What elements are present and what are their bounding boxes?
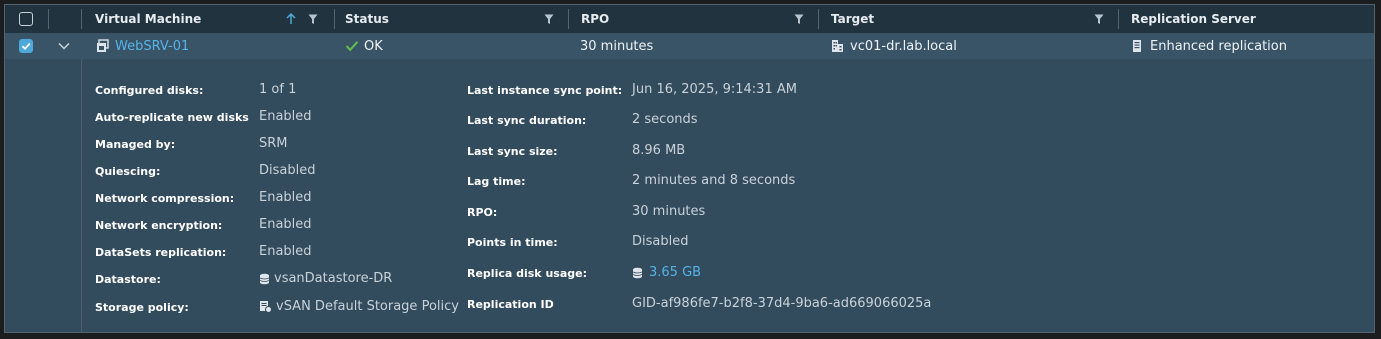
detail-label: Managed by: — [95, 138, 176, 151]
table-row[interactable]: WebSRV-01 OK 30 minutes vc01-dr.lab.loca… — [5, 33, 1374, 59]
row-checkbox[interactable] — [19, 39, 33, 53]
storage-policy-name: vSAN Default Storage Policy — [276, 299, 459, 314]
target-value: vc01-dr.lab.local — [850, 38, 957, 54]
detail-label: Lag time: — [467, 175, 526, 188]
detail-label: Points in time: — [467, 236, 558, 249]
column-header-replication-server[interactable]: Replication Server — [1131, 5, 1256, 33]
detail-value-disk-usage[interactable]: 3.65 GB — [632, 265, 701, 280]
detail-label: Storage policy: — [95, 301, 189, 314]
datastore-name: vsanDatastore-DR — [274, 271, 393, 286]
detail-label: Network encryption: — [95, 219, 223, 232]
detail-value: 8.96 MB — [632, 143, 686, 158]
storage-policy-icon — [259, 300, 272, 313]
ok-check-icon — [345, 41, 359, 52]
grid-header: Virtual Machine Status RPO Target Replic… — [5, 5, 1374, 34]
detail-label: Network compression: — [95, 192, 235, 205]
filter-icon[interactable] — [1094, 14, 1104, 25]
detail-value: 30 minutes — [632, 204, 706, 219]
checkmark-icon — [21, 42, 31, 50]
server-icon — [1133, 40, 1141, 52]
detail-value: GID-af986fe7-b2f8-37d4-9ba6-ad669066025a — [632, 296, 932, 311]
column-separator — [818, 9, 819, 29]
detail-value: 2 minutes and 8 seconds — [632, 173, 796, 188]
detail-label: Quiescing: — [95, 165, 161, 178]
detail-label: Datastore: — [95, 273, 161, 286]
detail-label: Last sync duration: — [467, 114, 587, 127]
rpo-value: 30 minutes — [580, 38, 654, 54]
detail-value: 1 of 1 — [259, 82, 297, 97]
detail-label: DataSets replication: — [95, 246, 227, 259]
detail-value: 2 seconds — [632, 112, 698, 127]
replication-grid: Virtual Machine Status RPO Target Replic… — [4, 4, 1375, 333]
detail-value: Enabled — [259, 217, 312, 232]
select-all-checkbox[interactable] — [19, 12, 33, 26]
detail-label: Replica disk usage: — [467, 267, 587, 280]
detail-value: Enabled — [259, 244, 312, 259]
column-separator — [334, 9, 335, 29]
column-separator — [568, 9, 569, 29]
column-header-target[interactable]: Target — [831, 5, 874, 33]
column-header-status[interactable]: Status — [345, 5, 389, 33]
disk-usage-icon — [632, 267, 643, 279]
detail-value: Enabled — [259, 109, 312, 124]
detail-value: SRM — [259, 136, 288, 151]
column-separator — [48, 9, 49, 29]
detail-label: RPO: — [467, 206, 498, 219]
detail-label: Auto-replicate new disks — [95, 111, 249, 124]
column-separator — [1118, 9, 1119, 29]
column-header-vm[interactable]: Virtual Machine — [95, 5, 201, 33]
detail-value: Jun 16, 2025, 9:14:31 AM — [632, 82, 797, 97]
detail-label: Configured disks: — [95, 84, 204, 97]
replication-server-value: Enhanced replication — [1150, 38, 1287, 54]
filter-icon[interactable] — [308, 14, 318, 25]
vm-icon — [97, 39, 109, 52]
detail-label: Last instance sync point: — [467, 84, 623, 97]
detail-value-datastore[interactable]: vsanDatastore-DR — [259, 271, 392, 286]
status-text: OK — [364, 38, 383, 54]
detail-value: Enabled — [259, 190, 312, 205]
column-header-rpo[interactable]: RPO — [581, 5, 609, 33]
detail-label: Last sync size: — [467, 145, 558, 158]
datastore-icon — [259, 273, 270, 285]
filter-icon[interactable] — [794, 14, 804, 25]
detail-indent-bar — [5, 59, 82, 332]
detail-value-storage-policy[interactable]: vSAN Default Storage Policy — [259, 299, 459, 314]
column-separator — [81, 9, 82, 29]
detail-value: Disabled — [259, 163, 316, 178]
vm-name-link[interactable]: WebSRV-01 — [115, 33, 189, 59]
chevron-down-icon[interactable] — [58, 42, 70, 50]
detail-value: Disabled — [632, 234, 689, 249]
detail-label: Replication ID — [467, 298, 554, 311]
sort-ascending-icon[interactable] — [286, 13, 296, 25]
filter-icon[interactable] — [544, 14, 554, 25]
vcenter-icon — [832, 40, 843, 52]
disk-usage-link[interactable]: 3.65 GB — [649, 265, 701, 280]
